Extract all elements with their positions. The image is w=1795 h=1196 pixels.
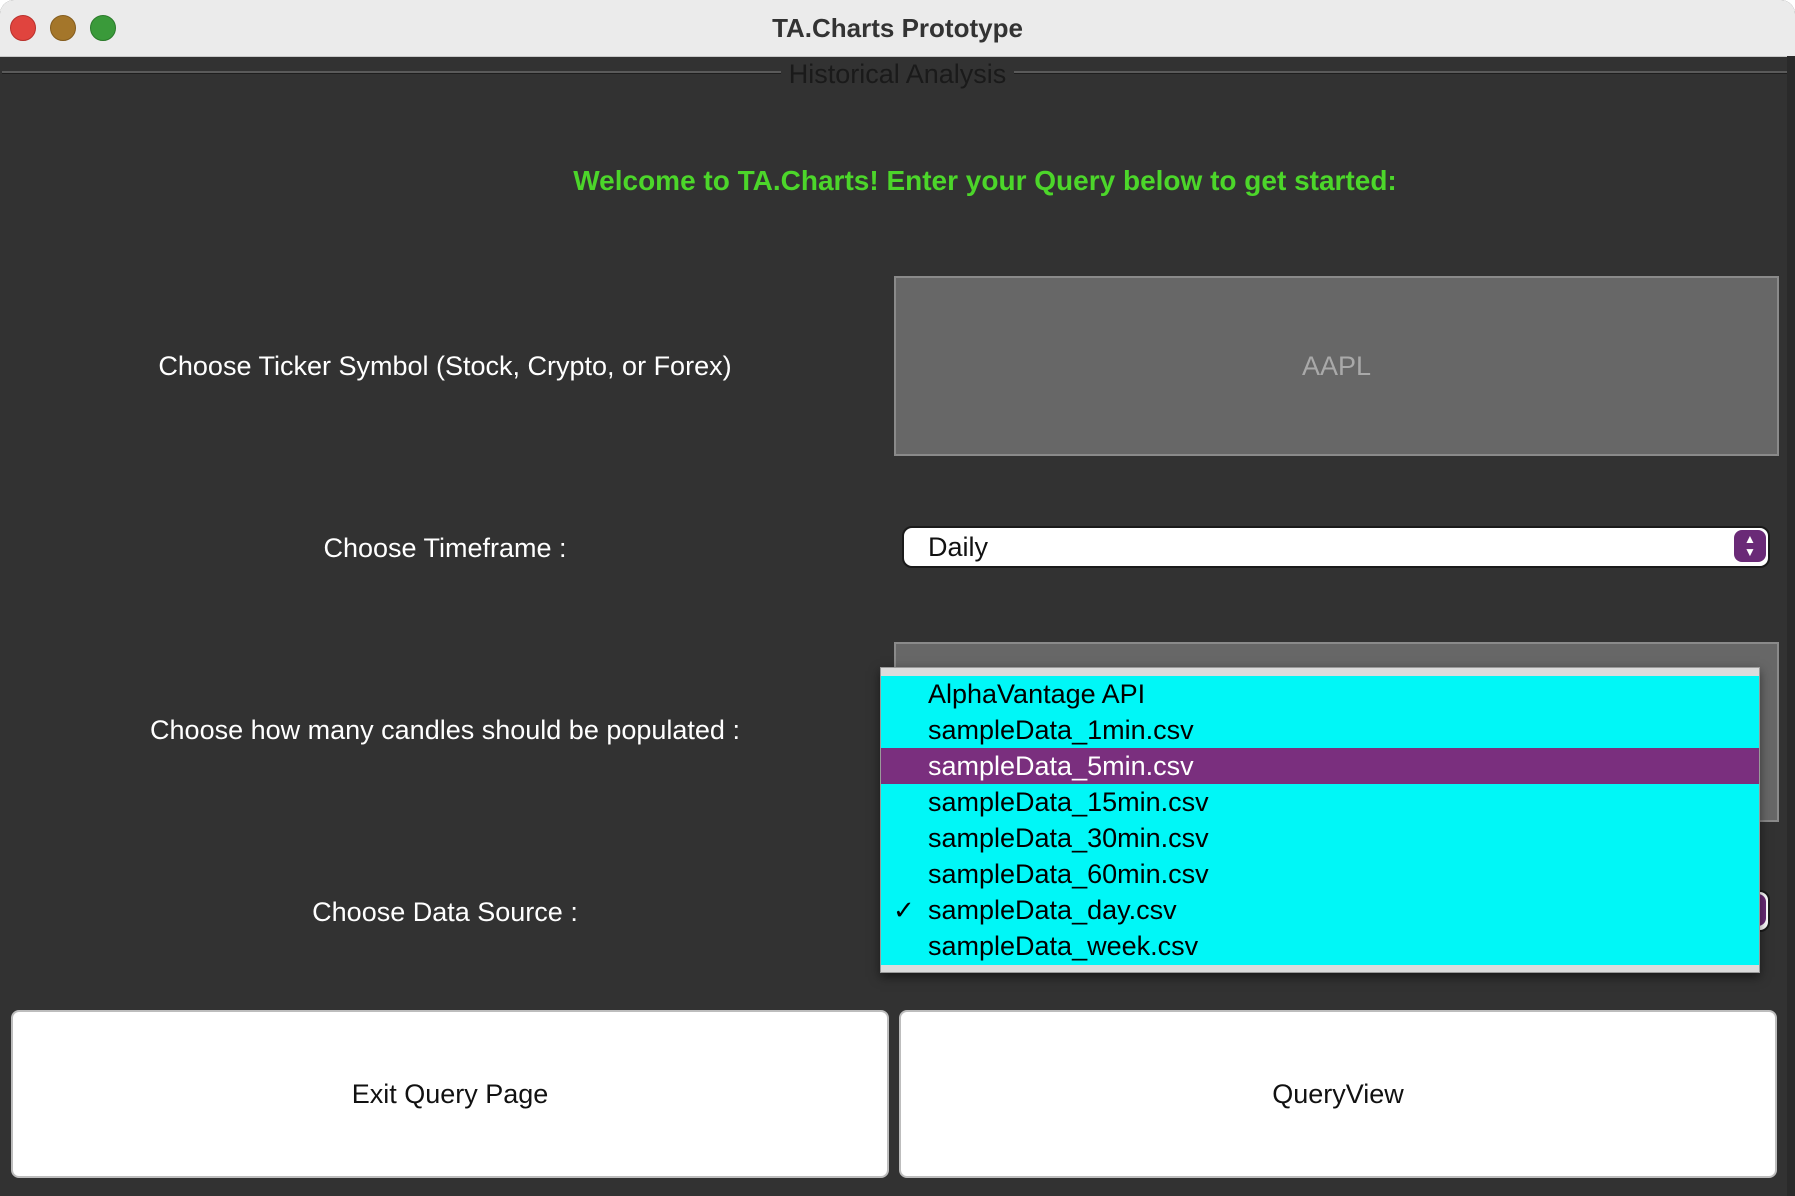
dropdown-list: AlphaVantage API sampleData_1min.csvsampl… [881,676,1759,965]
candles-label: Choose how many candles should be popula… [150,715,740,745]
window-title: TA.Charts Prototype [772,13,1023,43]
dropdown-option[interactable]: sampleData_week.csv [881,928,1759,964]
dropdown-option-label: sampleData_1min.csv [928,715,1194,745]
dropdown-option[interactable]: sampleData_60min.csv [881,856,1759,892]
dropdown-option[interactable]: ✓ sampleData_day.csv [881,892,1759,928]
chevron-updown-icon: ▲▼ [1734,530,1766,562]
data-source-label: Choose Data Source : [312,897,578,927]
panel-title: Historical Analysis [780,59,1015,89]
dropdown-option[interactable]: sampleData_1min.csv [881,712,1759,748]
dropdown-option-label: sampleData_day.csv [928,895,1177,925]
checkmark-icon: ✓ [893,895,915,925]
panel-border [2,71,1793,74]
app-window: TA.Charts Prototype Historical Analysis … [0,0,1795,1196]
dropdown-option[interactable]: sampleData_15min.csv [881,784,1759,820]
dropdown-option[interactable]: sampleData_30min.csv [881,820,1759,856]
data-source-dropdown-menu: AlphaVantage API sampleData_1min.csvsampl… [880,667,1760,973]
dropdown-option-label: sampleData_5min.csv [928,751,1194,781]
timeframe-select[interactable]: Daily ▲ ▼ [902,526,1770,568]
dropdown-option-label: sampleData_60min.csv [928,859,1209,889]
dropdown-option-label: sampleData_30min.csv [928,823,1209,853]
queryview-button[interactable]: QueryView [899,1010,1777,1178]
window-edge [1787,56,1795,1196]
timeframe-selected-value: Daily [928,532,989,562]
welcome-message: Welcome to TA.Charts! Enter your Query b… [573,165,1397,196]
dropdown-option[interactable]: sampleData_5min.csv [881,748,1759,784]
dropdown-option-label: sampleData_week.csv [928,931,1199,961]
panel-title-wrap: Historical Analysis [0,56,1795,92]
timeframe-label: Choose Timeframe : [323,533,567,563]
ticker-input[interactable]: AAPL [894,276,1779,456]
dropdown-option-label: AlphaVantage API [928,679,1146,709]
title-bar: TA.Charts Prototype [0,0,1795,57]
dropdown-option[interactable]: AlphaVantage API [881,676,1759,712]
exit-query-page-button[interactable]: Exit Query Page [11,1010,889,1178]
ticker-label: Choose Ticker Symbol (Stock, Crypto, or … [158,351,732,381]
dropdown-option-label: sampleData_15min.csv [928,787,1209,817]
